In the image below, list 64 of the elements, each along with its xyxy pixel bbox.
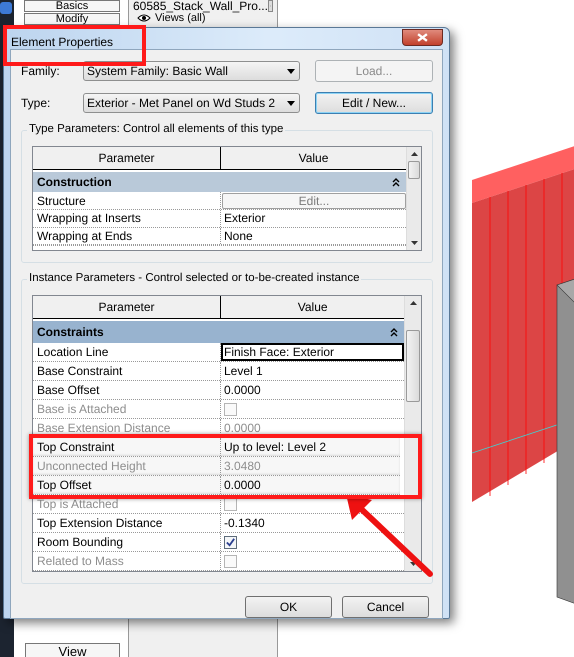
parameter-name: Base Offset: [33, 381, 221, 399]
parameter-name: Top is Attached: [33, 495, 221, 513]
group-header[interactable]: Construction: [33, 172, 406, 192]
parameter-value[interactable]: 0.0000: [224, 478, 261, 492]
dialog-button[interactable]: OK: [245, 596, 332, 618]
caret-icon: [287, 100, 295, 106]
panel-title: 60585_Stack_Wall_Pro...: [133, 0, 268, 13]
scroll-up-icon[interactable]: [410, 301, 417, 305]
ribbon-tab[interactable]: Basics: [24, 0, 120, 12]
app-logo-icon[interactable]: [0, 2, 12, 14]
parameter-name: Top Offset: [33, 476, 221, 494]
ribbon-tab[interactable]: Modify: [24, 13, 120, 25]
dialog-button[interactable]: Cancel: [342, 596, 429, 618]
close-icon[interactable]: [268, 0, 273, 12]
scrollbar[interactable]: [404, 296, 421, 571]
parameter-name: Related to Mass: [33, 552, 221, 570]
column-header[interactable]: Value: [221, 147, 406, 169]
parameter-name: Base Extension Distance: [33, 419, 221, 437]
parameter-name: Base Constraint: [33, 362, 221, 380]
close-button[interactable]: [402, 29, 443, 46]
parameter-name: Wrapping at Ends: [33, 228, 221, 244]
parameter-value[interactable]: Up to level: Level 2: [224, 440, 326, 454]
collapse-icon[interactable]: [390, 328, 398, 336]
column-header[interactable]: Value: [221, 296, 404, 318]
dialog-title: Element Properties: [11, 35, 114, 49]
parameter-name: Top Extension Distance: [33, 514, 221, 532]
type-dropdown[interactable]: Exterior - Met Panel on Wd Studs 2: [83, 93, 300, 113]
family-dropdown[interactable]: System Family: Basic Wall: [83, 61, 300, 81]
collapse-icon[interactable]: [392, 178, 400, 187]
group-name: Constraints: [37, 325, 104, 339]
scrollbar[interactable]: [406, 147, 421, 250]
parameter-name: Base is Attached: [33, 400, 221, 418]
scroll-down-icon[interactable]: [410, 562, 417, 566]
scrollbar-thumb[interactable]: [408, 161, 420, 179]
column-header[interactable]: Parameter: [33, 147, 221, 169]
parameter-name: Room Bounding: [33, 533, 221, 551]
parameter-name: Location Line: [33, 343, 221, 361]
family-label: Family:: [21, 64, 61, 78]
checkbox[interactable]: [224, 536, 237, 548]
eye-icon: [137, 14, 151, 22]
scrollbar-thumb[interactable]: [406, 330, 420, 402]
group-legend: Instance Parameters - Control selected or to-be-created instance: [27, 272, 362, 284]
parameter-name: Wrapping at Inserts: [33, 210, 221, 227]
scroll-up-icon[interactable]: [410, 152, 418, 156]
parameter-value[interactable]: Exterior: [224, 211, 266, 226]
edit-button[interactable]: Edit...: [222, 192, 406, 209]
group-legend: Type Parameters: Control all elements of this type: [27, 123, 286, 135]
parameter-name: Structure: [33, 192, 221, 209]
parameter-name: Unconnected Height: [33, 457, 221, 475]
ribbon-tab[interactable]: View: [25, 643, 120, 657]
group-header[interactable]: Constraints: [33, 321, 404, 343]
parameter-value[interactable]: 0.0000: [224, 383, 261, 397]
type-label: Type:: [21, 96, 52, 110]
tree-item[interactable]: Views (all): [155, 12, 206, 24]
scroll-down-icon[interactable]: [410, 241, 418, 245]
parameter-value[interactable]: -0.1340: [224, 516, 265, 530]
group-name: Construction: [37, 175, 112, 190]
column-header[interactable]: Parameter: [33, 296, 221, 318]
caret-icon: [287, 68, 295, 74]
parameter-value[interactable]: Level 1: [224, 364, 263, 378]
parameter-name: Top Constraint: [33, 438, 221, 456]
close-icon: [417, 33, 428, 42]
parameter-value[interactable]: None: [224, 228, 253, 243]
edit-new-button[interactable]: Edit / New...: [315, 92, 433, 114]
